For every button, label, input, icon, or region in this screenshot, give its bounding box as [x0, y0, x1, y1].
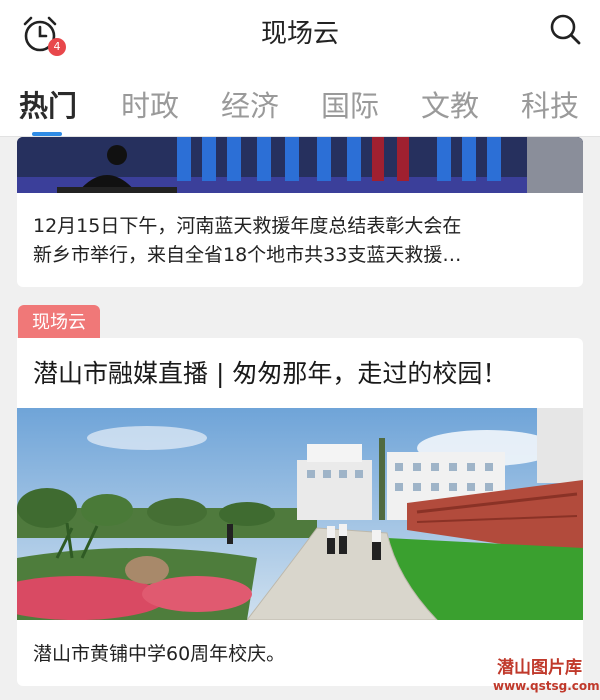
news-card-school[interactable]: 潜山市融媒直播 | 匆匆那年，走过的校园！ 潜山市黄铺中学60周年校庆。 [17, 338, 583, 686]
news-card-rescue[interactable]: 12月15日下午，河南蓝天救援年度总结表彰大会在 新乡市举行，来自全省18个地市… [17, 137, 583, 287]
page-title: 现场云 [260, 19, 339, 49]
watermark-name: 潜山图片库 [497, 658, 582, 678]
search-button[interactable] [546, 10, 586, 50]
category-tabs: 热门 时政 经济 国际 文教 科技 [0, 70, 600, 137]
tab-international[interactable]: 国际 [321, 86, 379, 126]
news-summary-line-2: 新乡市举行，来自全省18个地市共33支蓝天救援… [33, 244, 462, 266]
active-tab-indicator [32, 132, 62, 136]
tab-economy[interactable]: 经济 [221, 86, 279, 126]
tab-technology[interactable]: 科技 [521, 86, 579, 126]
tab-politics[interactable]: 时政 [121, 86, 179, 126]
source-badge: 现场云 [18, 305, 100, 341]
news-image-campus [17, 408, 583, 620]
watermark-url: www.qstsg.com [493, 679, 600, 693]
news-caption: 潜山市黄铺中学60周年校庆。 [33, 643, 286, 665]
tab-hot[interactable]: 热门 [19, 86, 77, 126]
news-summary-line-1: 12月15日下午，河南蓝天救援年度总结表彰大会在 [33, 215, 462, 237]
news-title: 潜山市融媒直播 | 匆匆那年，走过的校园！ [33, 359, 508, 388]
news-image-stage [17, 137, 583, 193]
app-header: 4 现场云 [0, 0, 600, 70]
tab-culture-education[interactable]: 文教 [421, 86, 479, 126]
search-icon [550, 14, 581, 45]
